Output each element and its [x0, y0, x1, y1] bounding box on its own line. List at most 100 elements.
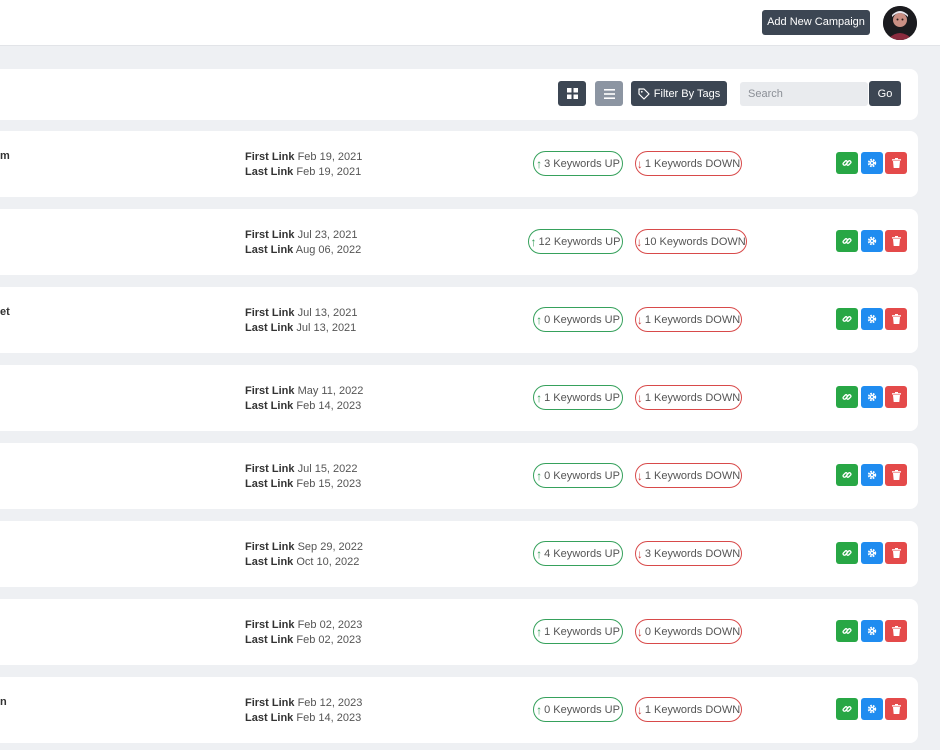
- last-link-date: Feb 14, 2023: [296, 400, 362, 412]
- arrow-down-icon: ↓: [636, 156, 643, 171]
- keywords-up-label: 12 Keywords UP: [538, 235, 621, 248]
- link-dates: First Link Feb 02, 2023 Last Link Feb 02…: [245, 618, 362, 648]
- delete-button[interactable]: [885, 620, 907, 642]
- settings-button[interactable]: [861, 230, 883, 252]
- keywords-up-badge[interactable]: ↑ 0 Keywords UP: [533, 697, 623, 722]
- links-button[interactable]: [836, 464, 858, 486]
- user-avatar[interactable]: [883, 6, 917, 40]
- first-link-date: Feb 12, 2023: [297, 697, 363, 709]
- go-button[interactable]: Go: [869, 81, 901, 106]
- first-link-label: First Link: [245, 151, 295, 163]
- keywords-up-badge[interactable]: ↑ 0 Keywords UP: [533, 307, 623, 332]
- arrow-up-icon: ↑: [536, 156, 543, 171]
- keywords-down-badge[interactable]: ↓ 1 Keywords DOWN: [635, 151, 742, 176]
- keywords-up-label: 0 Keywords UP: [544, 703, 620, 716]
- keywords-up-badge[interactable]: ↑ 3 Keywords UP: [533, 151, 623, 176]
- last-link-date: Oct 10, 2022: [296, 556, 360, 568]
- keywords-up-badge[interactable]: ↑ 1 Keywords UP: [533, 619, 623, 644]
- keywords-down-badge[interactable]: ↓ 1 Keywords DOWN: [635, 697, 742, 722]
- gear-icon: [867, 470, 877, 480]
- campaign-name[interactable]: et: [0, 306, 10, 318]
- keywords-down-badge[interactable]: ↓ 10 Keywords DOWN: [635, 229, 747, 254]
- link-dates: First Link Jul 15, 2022 Last Link Feb 15…: [245, 462, 361, 492]
- keywords-down-badge[interactable]: ↓ 1 Keywords DOWN: [635, 385, 742, 410]
- last-link-date: Aug 06, 2022: [295, 244, 362, 256]
- arrow-up-icon: ↑: [536, 624, 543, 639]
- keywords-down-badge[interactable]: ↓ 1 Keywords DOWN: [635, 463, 742, 488]
- last-link-label: Last Link: [245, 400, 294, 412]
- keywords-up-label: 0 Keywords UP: [544, 313, 620, 326]
- last-link-line: Last Link Feb 02, 2023: [245, 633, 362, 648]
- arrow-up-icon: ↑: [536, 702, 543, 717]
- settings-button[interactable]: [861, 152, 883, 174]
- first-link-line: First Link Sep 29, 2022: [245, 540, 363, 555]
- settings-button[interactable]: [861, 386, 883, 408]
- filter-by-tags-label: Filter By Tags: [653, 87, 721, 100]
- last-link-line: Last Link Jul 13, 2021: [245, 321, 358, 336]
- settings-button[interactable]: [861, 698, 883, 720]
- keywords-down-badge[interactable]: ↓ 1 Keywords DOWN: [635, 307, 742, 332]
- keywords-up-badge[interactable]: ↑ 0 Keywords UP: [533, 463, 623, 488]
- campaign-row: First Link May 11, 2022 Last Link Feb 14…: [0, 365, 918, 431]
- first-link-label: First Link: [245, 463, 295, 475]
- first-link-date: Jul 23, 2021: [297, 229, 358, 241]
- link-icon: [842, 628, 852, 634]
- list-view-button[interactable]: [595, 81, 623, 106]
- arrow-down-icon: ↓: [636, 624, 643, 639]
- first-link-date: Sep 29, 2022: [297, 541, 364, 553]
- links-button[interactable]: [836, 542, 858, 564]
- search-input[interactable]: [740, 82, 868, 106]
- settings-button[interactable]: [861, 620, 883, 642]
- links-button[interactable]: [836, 152, 858, 174]
- keywords-up-badge[interactable]: ↑ 12 Keywords UP: [528, 229, 623, 254]
- arrow-up-icon: ↑: [530, 234, 537, 249]
- first-link-line: First Link Jul 23, 2021: [245, 228, 361, 243]
- links-button[interactable]: [836, 230, 858, 252]
- delete-button[interactable]: [885, 152, 907, 174]
- add-new-campaign-button[interactable]: Add New Campaign: [762, 10, 870, 35]
- link-dates: First Link Jul 13, 2021 Last Link Jul 13…: [245, 306, 358, 336]
- links-button[interactable]: [836, 308, 858, 330]
- keywords-up-badge[interactable]: ↑ 1 Keywords UP: [533, 385, 623, 410]
- delete-button[interactable]: [885, 308, 907, 330]
- link-dates: First Link Sep 29, 2022 Last Link Oct 10…: [245, 540, 363, 570]
- trash-icon: [891, 470, 901, 480]
- links-button[interactable]: [836, 620, 858, 642]
- campaign-row: First Link Sep 29, 2022 Last Link Oct 10…: [0, 521, 918, 587]
- settings-button[interactable]: [861, 542, 883, 564]
- arrow-down-icon: ↓: [636, 390, 643, 405]
- campaign-row: First Link Jul 23, 2021 Last Link Aug 06…: [0, 209, 918, 275]
- keywords-down-badge[interactable]: ↓ 0 Keywords DOWN: [635, 619, 742, 644]
- keywords-down-label: 1 Keywords DOWN: [644, 469, 741, 482]
- keywords-down-badge[interactable]: ↓ 3 Keywords DOWN: [635, 541, 742, 566]
- arrow-up-icon: ↑: [536, 390, 543, 405]
- first-link-line: First Link May 11, 2022: [245, 384, 363, 399]
- first-link-date: Jul 13, 2021: [297, 307, 358, 319]
- campaign-name[interactable]: n: [0, 696, 7, 708]
- last-link-line: Last Link Feb 14, 2023: [245, 399, 363, 414]
- delete-button[interactable]: [885, 386, 907, 408]
- keywords-up-badge[interactable]: ↑ 4 Keywords UP: [533, 541, 623, 566]
- filter-by-tags-button[interactable]: Filter By Tags: [631, 81, 727, 106]
- first-link-date: Feb 02, 2023: [297, 619, 363, 631]
- first-link-date: May 11, 2022: [297, 385, 364, 397]
- grid-icon: [566, 88, 578, 99]
- delete-button[interactable]: [885, 464, 907, 486]
- settings-button[interactable]: [861, 308, 883, 330]
- grid-view-button[interactable]: [558, 81, 586, 106]
- links-button[interactable]: [836, 386, 858, 408]
- gear-icon: [867, 314, 877, 324]
- delete-button[interactable]: [885, 230, 907, 252]
- last-link-label: Last Link: [245, 556, 294, 568]
- campaign-row: m First Link Feb 19, 2021 Last Link Feb …: [0, 131, 918, 197]
- links-button[interactable]: [836, 698, 858, 720]
- campaign-name[interactable]: m: [0, 150, 10, 162]
- last-link-date: Jul 13, 2021: [296, 322, 357, 334]
- delete-button[interactable]: [885, 542, 907, 564]
- campaign-row: n First Link Feb 12, 2023 Last Link Feb …: [0, 677, 918, 743]
- first-link-date: Feb 19, 2021: [297, 151, 363, 163]
- delete-button[interactable]: [885, 698, 907, 720]
- settings-button[interactable]: [861, 464, 883, 486]
- arrow-down-icon: ↓: [636, 312, 643, 327]
- gear-icon: [867, 548, 877, 558]
